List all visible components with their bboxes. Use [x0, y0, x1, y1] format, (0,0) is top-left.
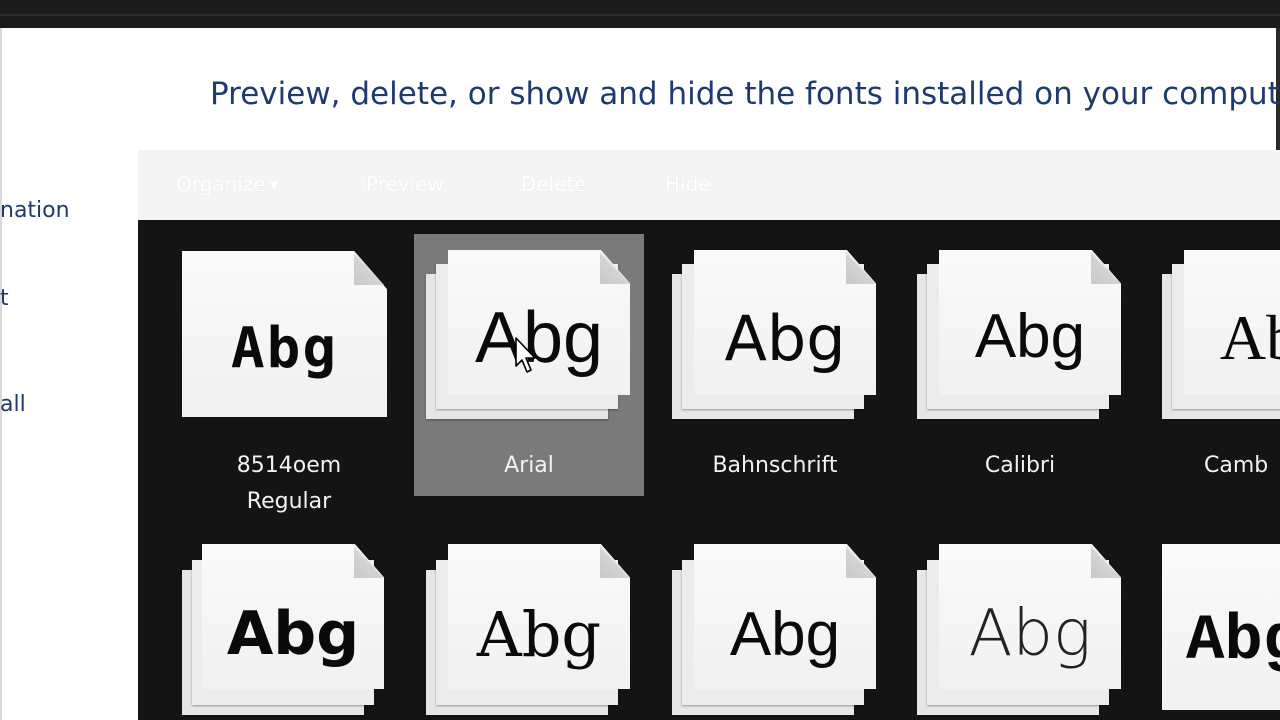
sidebar-link-install[interactable]: all [0, 392, 26, 417]
font-sample-text: Abg [1219, 302, 1280, 373]
font-sample-text: Abg [476, 598, 602, 671]
page-fold-icon [354, 251, 384, 285]
font-name: Bahnschrift [712, 453, 838, 478]
font-sample-text: Abg [230, 316, 339, 381]
hide-button[interactable]: Hide [665, 172, 711, 196]
mouse-pointer-icon [515, 337, 536, 373]
command-toolbar: Organize ▼ Preview Delete Hide [138, 150, 1280, 220]
window-left-edge [0, 28, 2, 720]
font-name: Arial [504, 453, 554, 478]
organize-label: Organize [176, 172, 266, 196]
font-tile-cambria[interactable]: Abg Camb [1150, 234, 1280, 496]
font-tile-bahnschrift[interactable]: Abg Bahnschrift [660, 234, 890, 496]
preview-button[interactable]: Preview [366, 172, 444, 196]
font-name-line2: Regular [246, 489, 332, 514]
delete-button[interactable]: Delete [521, 172, 587, 196]
font-sample-text: Abg [226, 599, 360, 669]
font-grid: Abg 8514oem Regular Abg Arial Abg Bahnsc… [138, 220, 1280, 720]
font-tile[interactable]: Abg [414, 530, 644, 720]
font-tile[interactable]: Abg [905, 530, 1135, 720]
chevron-down-icon: ▼ [269, 178, 279, 192]
font-tile-8514oem[interactable]: Abg 8514oem Regular [174, 234, 404, 524]
font-name: Camb [1204, 453, 1269, 478]
font-file-icon: Abg [1162, 544, 1280, 710]
font-tile[interactable]: Abg [660, 530, 890, 720]
font-sample-text: Abg [1186, 606, 1280, 678]
font-name-line1: 8514oem [236, 453, 342, 478]
font-tile-calibri[interactable]: Abg Calibri [905, 234, 1135, 496]
font-tile[interactable]: Abg [1150, 530, 1280, 720]
page-heading: Preview, delete, or show and hide the fo… [210, 76, 1280, 112]
font-name: Calibri [984, 453, 1056, 478]
font-sample-text: Abg [724, 302, 846, 375]
sidebar-link-font-settings[interactable]: t [0, 286, 9, 311]
organize-button[interactable]: Organize ▼ [176, 172, 279, 196]
font-file-icon: Abg [1184, 250, 1280, 395]
font-tile[interactable]: Abg [174, 530, 404, 720]
font-sample-text: Abg [474, 298, 604, 378]
sidebar-link-information[interactable]: nation [0, 198, 70, 223]
font-sample-text: Abg [974, 302, 1086, 371]
font-sample-text: Abg [729, 600, 841, 669]
window-top-bar [0, 0, 1280, 28]
font-sample-text: Abg [968, 597, 1092, 671]
